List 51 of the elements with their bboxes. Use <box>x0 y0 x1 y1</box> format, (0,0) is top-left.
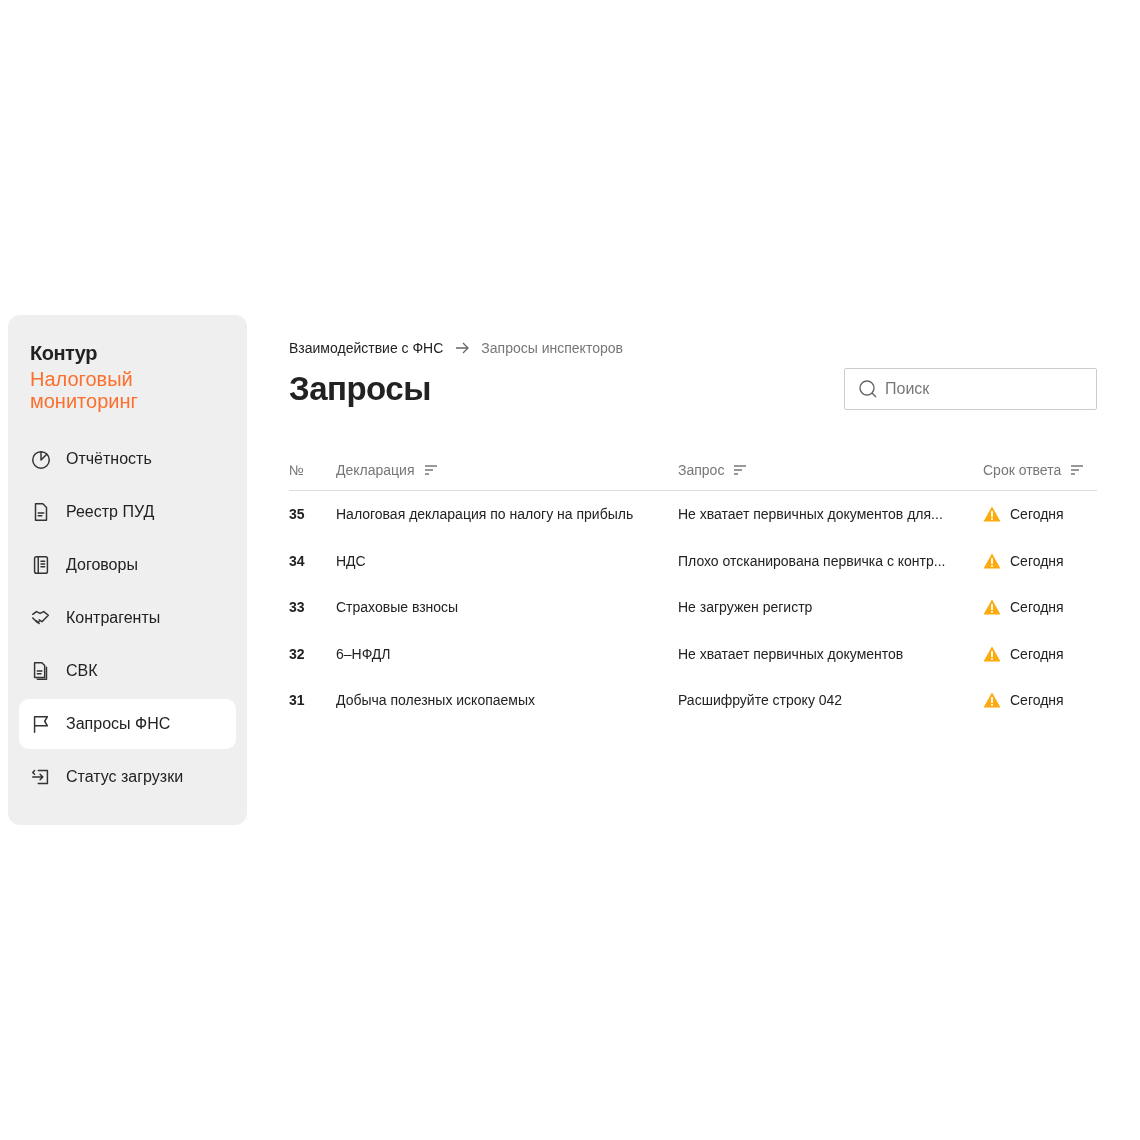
nav-label: Реестр ПУД <box>66 503 155 521</box>
product-name: Налоговый <box>29 368 134 390</box>
table-cell: Сегодня <box>1010 599 1064 616</box>
nav-label: Договоры <box>66 556 138 574</box>
nav-label: Контрагенты <box>66 609 161 627</box>
page-title: Запросы <box>289 370 431 408</box>
table-cell: НДС <box>336 552 366 569</box>
sort-icon[interactable] <box>1070 464 1085 476</box>
nav-item[interactable]: Отчётность <box>19 434 236 484</box>
sort-icon[interactable] <box>733 464 748 476</box>
table-cell: Страховые взносы <box>336 599 459 616</box>
nav-item[interactable]: Контрагенты <box>19 593 236 643</box>
breadcrumb-link[interactable]: Взаимодействие с ФНС <box>289 340 444 356</box>
search-icon <box>858 379 878 399</box>
breadcrumb-link[interactable]: Запросы инспекторов <box>481 340 623 356</box>
nav-item[interactable]: Реестр ПУД <box>19 487 236 537</box>
table-cell: 33 <box>289 599 305 616</box>
nav-label: Запросы ФНС <box>66 715 171 733</box>
table-cell: 6–НФДЛ <box>336 645 391 662</box>
column-header[interactable]: Запрос <box>678 462 725 478</box>
column-header: № <box>289 462 305 478</box>
arrow-icon <box>455 342 470 354</box>
table-cell: Добыча полезных ископаемых <box>336 692 535 709</box>
table-cell: Сегодня <box>1010 692 1064 709</box>
table-cell: Сегодня <box>1010 506 1064 523</box>
nav-item[interactable]: СВК <box>19 646 236 696</box>
nav-item[interactable]: Статус загрузки <box>19 752 236 802</box>
nav-label: Отчётность <box>66 450 152 468</box>
table-cell: Не хватает первичных документов для... <box>678 506 943 523</box>
nav-label: Статус загрузки <box>66 768 184 786</box>
product-name: мониторинг <box>29 390 139 412</box>
nav-item[interactable]: Запросы ФНС <box>19 699 236 749</box>
nav-item[interactable]: Договоры <box>19 540 236 590</box>
table-cell: Сегодня <box>1010 645 1064 662</box>
table-cell: Налоговая декларация по налогу на прибыль <box>336 506 634 523</box>
chart-icon <box>30 448 52 470</box>
table-cell: Не загружен регистр <box>678 599 813 616</box>
table-cell: 35 <box>289 506 305 523</box>
table-cell: Плохо отсканирована первичка с контр... <box>678 552 946 569</box>
table-cell: 31 <box>289 692 305 709</box>
table-cell: Не хватает первичных документов <box>678 645 904 662</box>
table-cell: Сегодня <box>1010 552 1064 569</box>
table-cell: 34 <box>289 552 305 569</box>
table-cell: Расшифруйте строку 042 <box>678 692 843 709</box>
table-cell: 32 <box>289 645 305 662</box>
search-field[interactable]: Поиск <box>844 368 1097 410</box>
brand-name: Контур <box>29 342 98 365</box>
column-header[interactable]: Декларация <box>336 462 415 478</box>
nav-label: СВК <box>66 662 98 680</box>
column-header[interactable]: Срок ответа <box>983 462 1062 478</box>
sort-icon[interactable] <box>423 464 438 476</box>
